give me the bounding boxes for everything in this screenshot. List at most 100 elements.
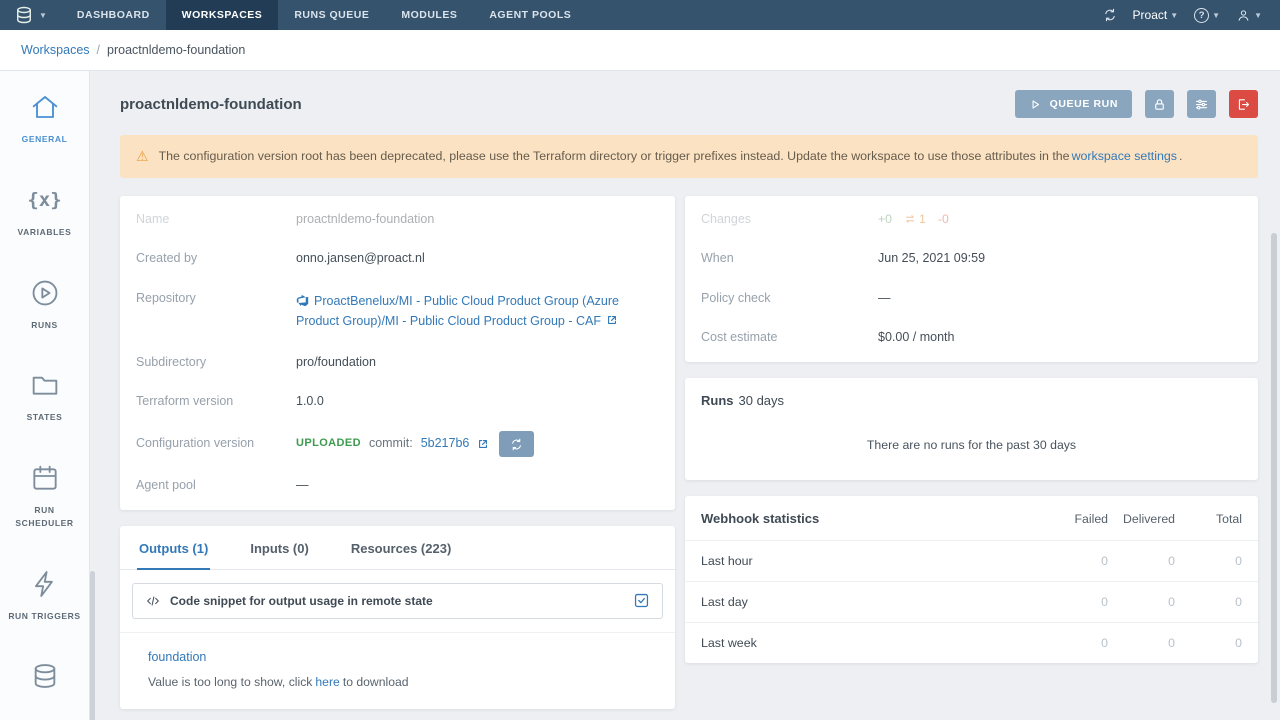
refresh-config-button[interactable]: [499, 431, 535, 458]
app-logo[interactable]: ▼: [0, 0, 61, 30]
sidebar-item-run-triggers[interactable]: RUN TRIGGERS: [0, 548, 89, 641]
summary-label: When: [701, 251, 734, 266]
runs-empty-message: There are no runs for the past 30 days: [866, 438, 1077, 453]
azure-devops-icon: [296, 294, 309, 307]
nav-modules[interactable]: MODULES: [385, 0, 473, 30]
sidebar: GENERAL {x} VARIABLES RUNS STATES RUN SC…: [0, 71, 96, 720]
sync-icon[interactable]: [1103, 8, 1117, 22]
refresh-icon: [510, 438, 523, 451]
help-icon: ?: [1194, 7, 1210, 23]
sidebar-item-label: RUN TRIGGERS: [8, 610, 81, 621]
help-menu[interactable]: ? ▼: [1194, 7, 1221, 23]
braces-x-icon: {x}: [27, 188, 62, 211]
swap-arrows-icon: [904, 213, 916, 225]
detail-row-subdirectory: Subdirectory pro/foundation: [120, 343, 675, 383]
workspace-settings-button[interactable]: [1187, 90, 1216, 118]
config-status-badge: UPLOADED: [296, 437, 361, 450]
output-foundation-link[interactable]: foundation: [148, 650, 206, 664]
nav-dashboard[interactable]: DASHBOARD: [61, 0, 166, 30]
summary-row-when: When Jun 25, 2021 09:59: [685, 239, 1258, 279]
detail-row-terraform-version: Terraform version 1.0.0: [120, 382, 675, 422]
copy-snippet-icon[interactable]: [633, 592, 650, 609]
summary-row-policy-check: Policy check —: [685, 279, 1258, 319]
chevron-down-icon: ▼: [1254, 10, 1262, 20]
breadcrumb-current: proactnldemo-foundation: [107, 43, 246, 57]
chevron-down-icon: ▼: [1212, 10, 1221, 20]
detail-label: Subdirectory: [136, 354, 207, 369]
main-content: proactnldemo-foundation QUEUE RUN ⚠ The …: [96, 71, 1280, 720]
leave-workspace-button[interactable]: [1229, 90, 1258, 118]
detail-row-name: Name proactnldemo-foundation: [120, 200, 675, 240]
commit-link[interactable]: 5b217b6: [421, 436, 470, 452]
summary-row-cost-estimate: Cost estimate $0.00 / month: [685, 318, 1258, 358]
detail-row-configuration-version: Configuration version UPLOADED commit: 5…: [120, 422, 675, 466]
lock-icon: [1152, 97, 1167, 112]
outputs-tabbar: Outputs (1) Inputs (0) Resources (223): [120, 526, 675, 570]
org-selector[interactable]: Proact ▼: [1133, 8, 1179, 22]
chevron-down-icon: ▼: [1170, 10, 1179, 20]
detail-label: Agent pool: [136, 478, 196, 493]
subdirectory-value: pro/foundation: [296, 354, 376, 369]
webhook-column-delivered: Delivered: [1123, 511, 1175, 526]
page-scrollbar-thumb[interactable]: [1271, 233, 1277, 703]
sidebar-item-label: RUNS: [31, 319, 58, 330]
repository-link[interactable]: ProactBenelux/MI - Public Cloud Product …: [296, 294, 619, 328]
cost-estimate-value: $0.00 / month: [878, 330, 955, 345]
code-snippet-row[interactable]: Code snippet for output usage in remote …: [132, 582, 663, 619]
external-link-icon[interactable]: [477, 438, 489, 450]
breadcrumb-separator: /: [96, 43, 101, 57]
navbar-right: Proact ▼ ? ▼ ▼: [1085, 0, 1280, 30]
top-navbar: ▼ DASHBOARD WORKSPACES RUNS QUEUE MODULE…: [0, 0, 1280, 30]
queue-run-button[interactable]: QUEUE RUN: [1014, 90, 1132, 118]
sidebar-item-runs[interactable]: RUNS: [0, 257, 89, 350]
detail-row-repository: Repository ProactBenelux/MI - Public Clo…: [120, 279, 675, 343]
external-link-icon: [606, 314, 618, 326]
summary-label: Policy check: [701, 290, 771, 305]
changes-removed: -0: [937, 211, 949, 226]
chevron-down-icon: ▼: [39, 10, 47, 20]
detail-label: Repository: [136, 290, 196, 305]
breadcrumb-workspaces-link[interactable]: Workspaces: [21, 43, 90, 57]
created-by-value: onno.jansen@proact.nl: [296, 251, 425, 266]
detail-label: Terraform version: [136, 394, 234, 409]
sidebar-scrollbar-thumb[interactable]: [90, 571, 95, 720]
sidebar-item-variables[interactable]: {x} VARIABLES: [0, 164, 89, 257]
deprecation-warning-banner: ⚠ The configuration version root has bee…: [120, 135, 1258, 178]
nav-workspaces[interactable]: WORKSPACES: [165, 0, 279, 30]
user-menu[interactable]: ▼: [1236, 8, 1262, 23]
lock-workspace-button[interactable]: [1145, 90, 1174, 118]
sidebar-item-general[interactable]: GENERAL: [0, 71, 89, 164]
sidebar-item-label: GENERAL: [21, 134, 68, 144]
warning-text: The configuration version root has been …: [158, 149, 1183, 163]
sidebar-item-states[interactable]: STATES: [0, 349, 89, 442]
sliders-icon: [1194, 97, 1209, 112]
header-actions: QUEUE RUN: [1014, 90, 1258, 118]
play-icon: [1029, 98, 1042, 111]
output-item: foundation Value is too long to show, cl…: [120, 633, 675, 709]
tab-inputs[interactable]: Inputs (0): [248, 526, 311, 570]
detail-row-created-by: Created by onno.jansen@proact.nl: [120, 239, 675, 279]
tab-resources[interactable]: Resources (223): [349, 526, 453, 570]
changes-added: +0: [878, 211, 893, 226]
detail-row-agent-pool: Agent pool —: [120, 466, 675, 506]
workspace-name-value: proactnldemo-foundation: [296, 211, 435, 226]
page-header: proactnldemo-foundation QUEUE RUN: [120, 90, 1258, 118]
policy-check-value: —: [878, 290, 891, 305]
detail-label: Name: [136, 211, 170, 226]
tab-outputs[interactable]: Outputs (1): [137, 526, 211, 570]
webhook-header: Webhook statistics Failed Delivered Tota…: [685, 496, 1258, 540]
workspace-settings-link[interactable]: workspace settings: [1072, 149, 1177, 163]
output-value-note: Value is too long to show, click here to d…: [148, 674, 409, 689]
repository-name: ProactBenelux/MI - Public Cloud Product …: [296, 293, 619, 328]
download-here-link[interactable]: here: [315, 675, 339, 689]
nav-agent-pools[interactable]: AGENT POOLS: [473, 0, 587, 30]
agent-pool-value: —: [296, 478, 309, 493]
runs-card: Runs 30 days There are no runs for the pa…: [685, 378, 1258, 481]
snippet-label: Code snippet for output usage in remote …: [170, 593, 433, 608]
sidebar-item-partial[interactable]: [0, 640, 89, 712]
zap-icon: [29, 566, 61, 602]
play-circle-icon: [29, 275, 61, 311]
sidebar-item-run-scheduler[interactable]: RUN SCHEDULER: [0, 442, 89, 548]
webhook-row-last-week: Last week 0 0 0: [685, 622, 1258, 663]
nav-runs-queue[interactable]: RUNS QUEUE: [278, 0, 385, 30]
